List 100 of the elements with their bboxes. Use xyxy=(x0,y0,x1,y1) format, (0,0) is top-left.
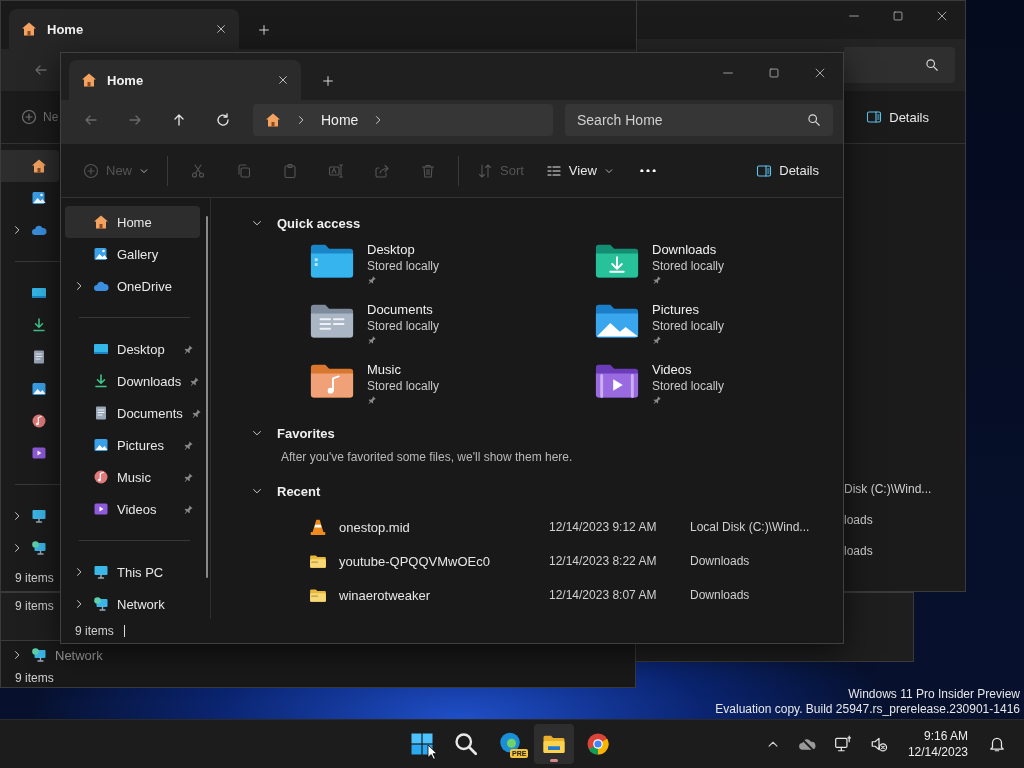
house-icon xyxy=(265,112,281,128)
watermark-text: Windows 11 Pro Insider Preview xyxy=(848,687,1020,702)
sidebar-item[interactable]: OneDrive xyxy=(65,270,200,302)
download-icon xyxy=(31,317,47,333)
close-icon xyxy=(813,66,827,80)
picture-icon xyxy=(93,437,109,453)
film-icon xyxy=(93,501,109,517)
watermark-text: Evaluation copy. Build 25947.rs_prerelease.230901-1416 xyxy=(715,702,1020,717)
sidebar-item[interactable]: Pictures xyxy=(65,429,200,461)
sidebar-item[interactable] xyxy=(1,150,59,182)
browser-icon xyxy=(586,732,610,756)
clock-date[interactable]: 12/14/2023 xyxy=(907,744,968,760)
details-pane-icon xyxy=(756,162,773,179)
breadcrumb-item[interactable]: Home xyxy=(321,112,359,128)
mute-icon xyxy=(869,735,888,753)
plus-circle-icon xyxy=(21,109,37,125)
maximize-icon xyxy=(767,66,781,80)
house-icon xyxy=(31,158,47,174)
clock-time[interactable]: 9:16 AM xyxy=(923,728,968,744)
address-bar[interactable]: Home xyxy=(253,104,553,136)
network-icon xyxy=(31,540,47,556)
plus-icon xyxy=(257,23,271,37)
folder-name[interactable]: Music xyxy=(367,362,440,377)
music-note-icon xyxy=(31,413,47,429)
maximize-icon xyxy=(891,9,905,23)
house-icon xyxy=(21,21,37,37)
folder-status: Stored locally xyxy=(367,319,440,333)
house-icon xyxy=(81,72,97,88)
folder-name[interactable]: Downloads xyxy=(652,242,725,257)
details-button[interactable]: Details xyxy=(856,101,939,133)
details-pane-icon xyxy=(866,109,883,125)
file-location: loads xyxy=(844,513,874,527)
sidebar-item[interactable]: Desktop xyxy=(65,333,200,365)
picture-icon xyxy=(31,190,47,206)
monitor-icon xyxy=(93,564,109,580)
file-date: 12/14/2023 8:07 AM xyxy=(549,588,658,602)
sidebar-item[interactable]: Home xyxy=(65,206,200,238)
search-field[interactable] xyxy=(844,47,955,83)
status-text: 9 items xyxy=(15,599,54,613)
search-field[interactable]: Search Home xyxy=(565,104,833,136)
pin-icon xyxy=(183,343,194,355)
zip-folder-icon xyxy=(309,552,327,570)
folder-name[interactable]: Videos xyxy=(652,362,725,377)
folder-name[interactable]: Pictures xyxy=(652,302,725,317)
house-icon xyxy=(93,214,109,230)
monitor-icon xyxy=(31,508,47,524)
section-header[interactable]: Quick access xyxy=(241,210,843,236)
folder-status: Stored locally xyxy=(652,379,725,393)
refresh-icon xyxy=(215,112,231,128)
plus-icon xyxy=(321,74,335,88)
picture-icon xyxy=(31,381,47,397)
folder-status: Stored locally xyxy=(367,259,440,273)
scrollbar[interactable] xyxy=(206,216,208,578)
status-text: 9 items xyxy=(75,624,114,638)
file-date: 12/14/2023 8:22 AM xyxy=(549,554,658,568)
view-button[interactable]: View xyxy=(535,154,624,187)
section-header[interactable]: Favorites xyxy=(241,420,843,446)
sidebar-item[interactable]: Network xyxy=(1,645,635,665)
traffic-cone-icon xyxy=(309,518,327,536)
pin-icon xyxy=(190,407,202,419)
taskbar-app[interactable] xyxy=(534,724,574,764)
file-name[interactable]: onestop.mid xyxy=(327,519,549,535)
folder-status: Stored locally xyxy=(652,259,725,273)
picture-icon xyxy=(93,246,109,262)
sidebar-item[interactable]: Music xyxy=(65,461,200,493)
music-note-icon xyxy=(93,469,109,485)
close-icon xyxy=(215,23,227,35)
screen-icon xyxy=(93,341,109,357)
download-icon xyxy=(93,373,109,389)
sidebar-item[interactable]: Gallery xyxy=(65,238,200,270)
empty-message: After you've favorited some files, we'll show them here. xyxy=(281,450,574,464)
folder-name[interactable]: Desktop xyxy=(367,242,440,257)
details-button[interactable]: Details xyxy=(746,154,829,187)
file-name[interactable]: winaerotweaker xyxy=(327,587,549,603)
pin-icon xyxy=(183,503,194,515)
tab[interactable]: Home xyxy=(69,60,301,100)
status-text: 9 items xyxy=(15,671,54,685)
section-header[interactable]: Recent xyxy=(241,478,843,504)
document-icon xyxy=(93,405,109,421)
screen-icon xyxy=(31,285,47,301)
zip-folder-icon xyxy=(309,586,327,604)
network-icon xyxy=(93,596,109,612)
search-icon xyxy=(807,113,821,127)
sidebar-item[interactable]: Downloads xyxy=(65,365,200,397)
file-location: Disk (C:)\Wind... xyxy=(844,482,933,496)
file-location: Downloads xyxy=(690,588,750,602)
document-icon xyxy=(31,349,47,365)
film-icon xyxy=(31,445,47,461)
sidebar-item[interactable]: Videos xyxy=(65,493,200,525)
sidebar-item[interactable]: Network xyxy=(65,588,200,620)
search-icon xyxy=(454,732,478,756)
tab[interactable]: Home xyxy=(9,9,239,49)
file-name[interactable]: youtube-QPQQVMwOEc0 xyxy=(327,553,549,569)
sidebar-item[interactable]: This PC xyxy=(65,556,200,588)
close-icon xyxy=(935,9,949,23)
folder-status: Stored locally xyxy=(652,319,725,333)
sidebar-item[interactable]: Documents xyxy=(65,397,200,429)
network-icon xyxy=(31,647,47,663)
folder-name[interactable]: Documents xyxy=(367,302,440,317)
pin-icon xyxy=(183,471,194,483)
